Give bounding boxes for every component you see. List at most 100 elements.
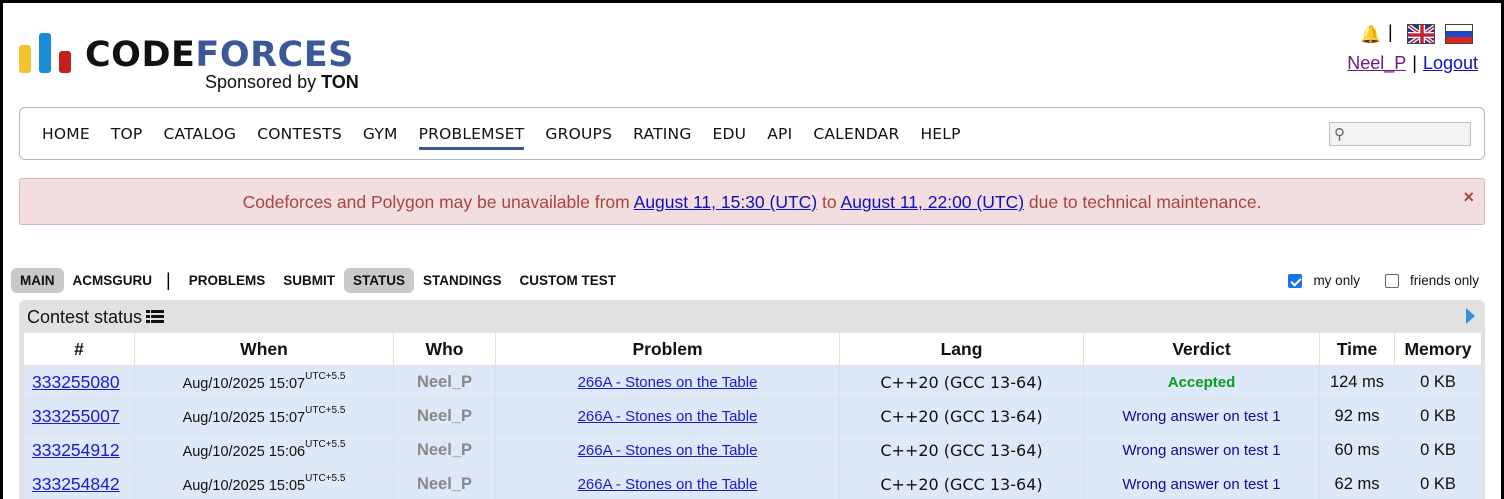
- search-input[interactable]: ⚲: [1329, 122, 1471, 146]
- menu-item-contests[interactable]: CONTESTS: [257, 125, 342, 150]
- submission-id-link[interactable]: 333255080: [32, 372, 120, 392]
- contest-status-panel: Contest status # When Who Problem Lang V…: [19, 300, 1485, 499]
- col-header-problem: Problem: [495, 332, 840, 366]
- table-row: 333254912 Aug/10/2025 15:06UTC+5.5 Neel_P 2…: [23, 433, 1482, 468]
- problem-cell: 266A - Stones on the Table: [495, 399, 840, 434]
- close-icon[interactable]: ×: [1463, 187, 1474, 208]
- verdict-cell[interactable]: Accepted: [1083, 365, 1320, 400]
- logo-bars-icon: [19, 31, 71, 73]
- menu-item-gym[interactable]: GYM: [363, 125, 398, 150]
- timezone-label: UTC+5.5: [305, 370, 346, 382]
- maintenance-alert: Codeforces and Polygon may be unavailabl…: [19, 178, 1485, 225]
- main-menu-items: HOME TOP CATALOG CONTESTS GYM PROBLEMSET GROUP…: [42, 125, 982, 150]
- top-right-panel: 🔔 | Neel_P | Logout: [1318, 21, 1478, 81]
- menu-item-catalog[interactable]: CATALOG: [163, 125, 236, 150]
- col-header-time: Time: [1319, 332, 1395, 366]
- submenu-item-submit[interactable]: SUBMIT: [274, 268, 344, 293]
- menu-item-help[interactable]: HELP: [920, 125, 960, 150]
- russian-flag-icon[interactable]: [1445, 24, 1473, 44]
- memory-cell: 0 KB: [1394, 399, 1482, 434]
- menu-item-groups[interactable]: GROUPS: [545, 125, 612, 150]
- submenu-item-standings[interactable]: STANDINGS: [414, 268, 511, 293]
- submission-id-cell: 333254912: [23, 433, 135, 468]
- alert-link-start[interactable]: August 11, 15:30 (UTC): [634, 192, 818, 212]
- col-header-who: Who: [393, 332, 496, 366]
- submission-id-link[interactable]: 333254912: [32, 440, 120, 460]
- menu-item-home[interactable]: HOME: [42, 125, 90, 150]
- timezone-label: UTC+5.5: [305, 438, 346, 450]
- timezone-label: UTC+5.5: [305, 404, 346, 416]
- lang-cell: C++20 (GCC 13-64): [839, 399, 1084, 434]
- username-link[interactable]: Neel_P: [1347, 53, 1406, 73]
- submenu-item-main[interactable]: MAIN: [11, 267, 64, 293]
- list-icon: [146, 310, 165, 324]
- main-menu: HOME TOP CATALOG CONTESTS GYM PROBLEMSET GROUP…: [19, 107, 1485, 160]
- time-cell: 124 ms: [1319, 365, 1395, 400]
- time-cell: 62 ms: [1319, 467, 1395, 499]
- notification-bell-icon[interactable]: 🔔: [1360, 25, 1381, 45]
- memory-cell: 0 KB: [1394, 433, 1482, 468]
- menu-item-problemset[interactable]: PROBLEMSET: [418, 125, 525, 150]
- col-header-lang: Lang: [839, 332, 1084, 366]
- table-header-row: # When Who Problem Lang Verdict Time Mem…: [23, 332, 1482, 366]
- status-filters: my only friends only: [1288, 273, 1479, 288]
- search-icon: ⚲: [1334, 126, 1345, 143]
- page-frame: CODEFORCES Sponsored by TON 🔔 | Neel_P | L…: [0, 0, 1504, 499]
- timezone-label: UTC+5.5: [305, 472, 346, 484]
- problem-cell: 266A - Stones on the Table: [495, 467, 840, 499]
- submission-id-cell: 333254842: [23, 467, 135, 499]
- verdict-cell[interactable]: Wrong answer on test 1: [1083, 467, 1320, 499]
- codeforces-logo[interactable]: CODEFORCES Sponsored by TON: [19, 31, 369, 93]
- problem-link[interactable]: 266A - Stones on the Table: [578, 476, 758, 493]
- submenu-item-status[interactable]: STATUS: [343, 267, 414, 293]
- menu-item-top[interactable]: TOP: [111, 125, 143, 150]
- my-only-label[interactable]: my only: [1313, 273, 1360, 288]
- time-cell: 60 ms: [1319, 433, 1395, 468]
- who-cell[interactable]: Neel_P: [393, 467, 496, 499]
- col-header-memory: Memory: [1394, 332, 1482, 366]
- submission-id-link[interactable]: 333254842: [32, 474, 120, 494]
- submenu-item-custom-test[interactable]: CUSTOM TEST: [510, 268, 625, 293]
- submenu-item-acmsguru[interactable]: ACMSGURU: [64, 268, 162, 293]
- problem-link[interactable]: 266A - Stones on the Table: [578, 408, 758, 425]
- menu-item-edu[interactable]: EDU: [713, 125, 747, 150]
- menu-item-rating[interactable]: RATING: [633, 125, 691, 150]
- verdict-cell[interactable]: Wrong answer on test 1: [1083, 399, 1320, 434]
- table-row: 333255080 Aug/10/2025 15:07UTC+5.5 Neel_P 2…: [23, 365, 1482, 400]
- problem-cell: 266A - Stones on the Table: [495, 365, 840, 400]
- submission-id-link[interactable]: 333255007: [32, 406, 120, 426]
- table-row: 333254842 Aug/10/2025 15:05UTC+5.5 Neel_P 2…: [23, 467, 1482, 499]
- my-only-checkbox[interactable]: [1288, 273, 1303, 288]
- status-title: Contest status: [27, 307, 165, 328]
- alert-link-end[interactable]: August 11, 22:00 (UTC): [841, 192, 1025, 212]
- col-header-when: When: [134, 332, 394, 366]
- col-header-verdict: Verdict: [1083, 332, 1320, 366]
- friends-only-checkbox[interactable]: [1384, 273, 1399, 288]
- who-cell[interactable]: Neel_P: [393, 365, 496, 400]
- english-flag-icon[interactable]: [1407, 24, 1435, 44]
- separator: |: [1388, 22, 1393, 42]
- verdict-cell[interactable]: Wrong answer on test 1: [1083, 433, 1320, 468]
- user-links: Neel_P | Logout: [1347, 53, 1478, 73]
- submission-id-cell: 333255007: [23, 399, 135, 434]
- problem-link[interactable]: 266A - Stones on the Table: [578, 442, 758, 459]
- who-cell[interactable]: Neel_P: [393, 399, 496, 434]
- problem-cell: 266A - Stones on the Table: [495, 433, 840, 468]
- alert-text: Codeforces and Polygon may be unavailabl…: [242, 192, 1262, 212]
- problem-link[interactable]: 266A - Stones on the Table: [578, 374, 758, 391]
- submenu-item-problems[interactable]: PROBLEMS: [180, 268, 275, 293]
- sponsor-text: Sponsored by TON: [205, 72, 359, 92]
- memory-cell: 0 KB: [1394, 365, 1482, 400]
- when-cell: Aug/10/2025 15:05UTC+5.5: [134, 467, 394, 499]
- menu-item-api[interactable]: API: [767, 125, 792, 150]
- menu-item-calendar[interactable]: CALENDAR: [813, 125, 899, 150]
- problemset-submenu: MAIN ACMSGURU | PROBLEMS SUBMIT STATUS S…: [11, 267, 625, 293]
- play-arrow-icon[interactable]: [1466, 308, 1475, 324]
- logout-link[interactable]: Logout: [1423, 53, 1478, 73]
- friends-only-label[interactable]: friends only: [1410, 273, 1479, 288]
- submission-id-cell: 333255080: [23, 365, 135, 400]
- who-cell[interactable]: Neel_P: [393, 433, 496, 468]
- time-cell: 92 ms: [1319, 399, 1395, 434]
- status-table: # When Who Problem Lang Verdict Time Mem…: [23, 332, 1482, 499]
- when-cell: Aug/10/2025 15:07UTC+5.5: [134, 399, 394, 434]
